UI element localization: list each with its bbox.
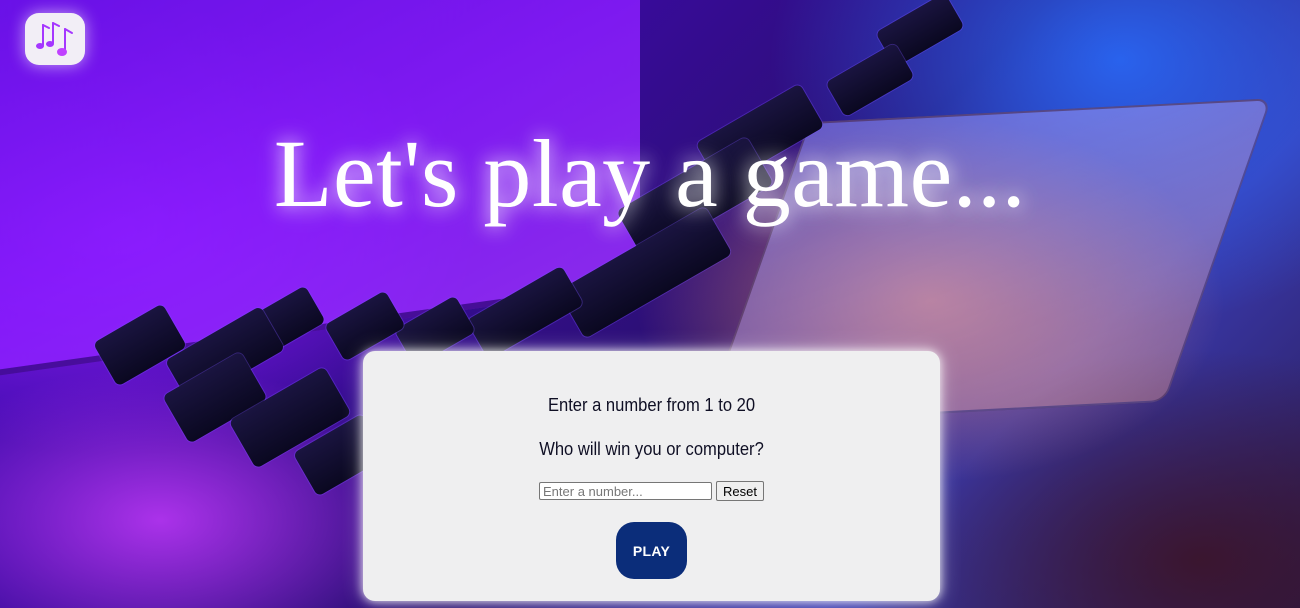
game-question: Who will win you or computer? — [539, 439, 764, 459]
game-controls: Reset — [363, 481, 940, 501]
number-input[interactable] — [539, 482, 713, 500]
play-button[interactable]: PLAY — [616, 522, 687, 579]
game-card: Enter a number from 1 to 20 Who will win… — [363, 351, 940, 601]
reset-button[interactable]: Reset — [716, 481, 764, 501]
game-prompt: Enter a number from 1 to 20 — [547, 395, 756, 415]
music-notes-icon — [36, 22, 73, 56]
app-logo[interactable] — [25, 13, 85, 65]
page-title: Let's play a game... — [273, 120, 1027, 227]
